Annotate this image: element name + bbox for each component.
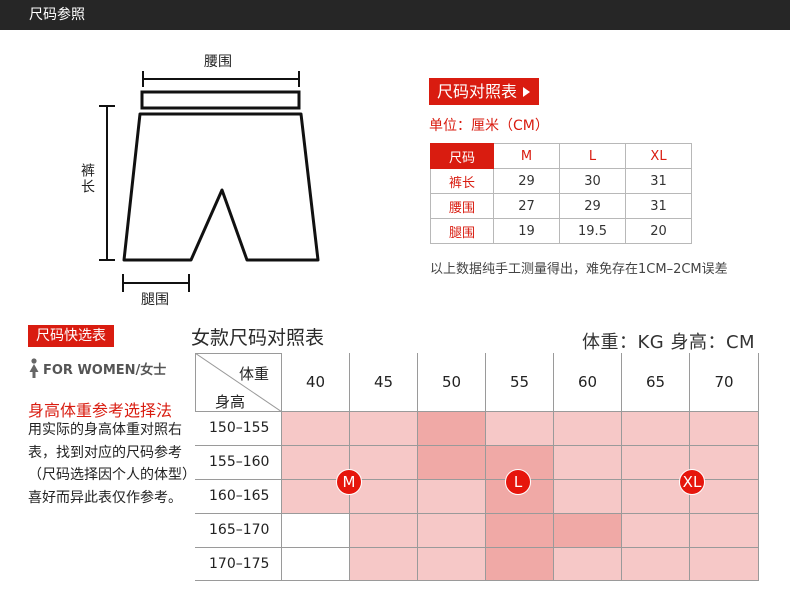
size-table-cell: 29	[493, 168, 560, 194]
size-grid-cell	[282, 548, 350, 581]
size-table-header-cell: 尺码	[430, 143, 494, 169]
size-grid-cell	[690, 412, 759, 446]
size-table-cell: 19.5	[559, 218, 626, 244]
size-badge-l: L	[505, 469, 531, 495]
corner-height-label: 身高	[215, 393, 246, 411]
shorts-figure	[99, 71, 320, 292]
size-grid-cell	[350, 514, 418, 548]
weight-header: 40	[282, 353, 350, 412]
length-label: 裤长	[79, 163, 95, 195]
size-grid-cell	[554, 480, 622, 514]
women-table-units: 体重：KG 身高：CM	[582, 332, 756, 353]
size-grid-cell	[418, 548, 486, 581]
gender-label: FOR WOMEN/女士	[43, 362, 167, 378]
size-grid-cell	[554, 412, 622, 446]
size-grid-cell	[554, 514, 622, 548]
height-row-label: 170–175	[195, 548, 282, 581]
height-row-label: 165–170	[195, 514, 282, 548]
size-grid-cell	[282, 412, 350, 446]
size-table-row: 腿围 19 19.5 20	[430, 218, 692, 244]
size-grid-cell	[622, 412, 690, 446]
size-grid-cell	[418, 514, 486, 548]
size-table-header-cell: M	[493, 143, 560, 169]
size-table-cell: 20	[625, 218, 692, 244]
height-row-label: 150–155	[195, 412, 282, 446]
size-grid-cell	[486, 548, 554, 581]
waist-label: 腰围	[204, 54, 232, 70]
size-grid-cell	[350, 548, 418, 581]
weight-header: 65	[622, 353, 690, 412]
size-grid-cell	[418, 480, 486, 514]
thigh-label: 腿围	[141, 292, 169, 308]
size-table-cell: 30	[559, 168, 626, 194]
weight-header: 55	[486, 353, 554, 412]
weight-header: 45	[350, 353, 418, 412]
size-grid-cell	[554, 446, 622, 480]
corner-weight-label: 体重	[239, 365, 270, 383]
method-title: 身高体重参考选择法	[28, 401, 173, 420]
size-table-row-label: 腰围	[430, 193, 494, 219]
size-table-cell: 29	[559, 193, 626, 219]
size-table-cell: 31	[625, 193, 692, 219]
size-grid-cell	[350, 412, 418, 446]
size-grid-cell	[554, 548, 622, 581]
weight-header: 50	[418, 353, 486, 412]
woman-icon	[29, 358, 39, 378]
header-title: 尺码参照	[29, 7, 85, 23]
size-grid-cell	[486, 514, 554, 548]
size-table: 尺码 M L XL 裤长 29 30 31 腰围 27 29 31 腿围 19 …	[430, 143, 692, 244]
size-grid-cell	[622, 548, 690, 581]
play-arrow-icon	[523, 86, 531, 97]
size-table-cell: 27	[493, 193, 560, 219]
weight-header: 60	[554, 353, 622, 412]
size-badge-m: M	[336, 469, 362, 495]
unit-line: 单位：厘米（CM）	[429, 118, 549, 134]
height-row-label: 160–165	[195, 480, 282, 514]
size-chart-tag: 尺码对照表	[429, 78, 540, 105]
measurement-note: 以上数据纯手工测量得出，难免存在1CM–2CM误差	[430, 262, 728, 277]
size-table-row: 腰围 27 29 31	[430, 193, 692, 219]
size-grid-cell	[418, 412, 486, 446]
size-grid-cell	[486, 412, 554, 446]
weight-header: 70	[690, 353, 759, 412]
size-grid-cell	[690, 514, 759, 548]
size-table-cell: 31	[625, 168, 692, 194]
size-table-header-cell: L	[559, 143, 626, 169]
size-table-header-cell: XL	[625, 143, 692, 169]
header-bar: 尺码参照	[0, 0, 790, 30]
size-chart-tag-label: 尺码对照表	[437, 82, 518, 101]
size-grid-cell	[418, 446, 486, 480]
women-table-title: 女款尺码对照表	[191, 327, 325, 349]
method-description: 用实际的身高体重对照右表，找到对应的尺码参考（尺码选择因个人的体型）喜好而异此表…	[28, 422, 189, 506]
height-row-label: 155–160	[195, 446, 282, 480]
gender-row: FOR WOMEN/女士	[28, 358, 166, 378]
size-table-row: 裤长 29 30 31	[430, 168, 692, 194]
size-grid-cell	[690, 548, 759, 581]
size-table-row-label: 裤长	[430, 168, 494, 194]
size-table-row-label: 腿围	[430, 218, 494, 244]
size-table-cell: 19	[493, 218, 560, 244]
women-size-grid: 体重 身高 40 45 50 55 60 65 70 150–155 155–160 160–16…	[195, 353, 759, 581]
quick-select-tag: 尺码快选表	[28, 325, 114, 347]
size-grid-cell	[282, 514, 350, 548]
size-table-header-row: 尺码 M L XL	[430, 143, 692, 169]
size-grid-cell	[622, 514, 690, 548]
size-badge-xl: XL	[679, 469, 705, 495]
shorts-diagram: 腰围 裤长 腿围	[0, 30, 420, 320]
